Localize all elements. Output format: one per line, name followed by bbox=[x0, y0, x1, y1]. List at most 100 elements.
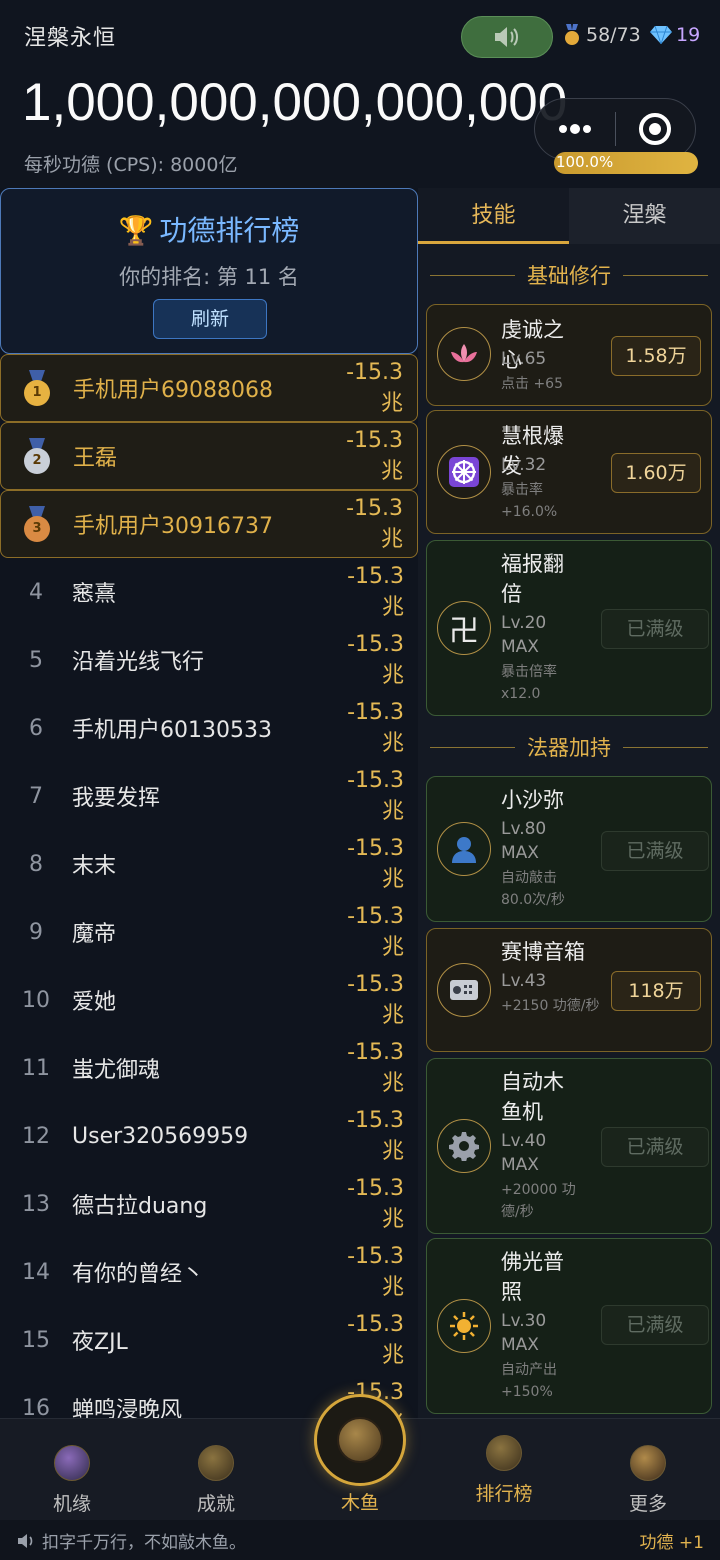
medal-icon bbox=[565, 24, 579, 45]
gem-counter: 19 bbox=[650, 24, 700, 46]
leaderboard-row: 5 沿着光线飞行 -15.3兆 bbox=[0, 626, 418, 694]
merit-gain: 功德 +1 bbox=[639, 1533, 704, 1553]
nav-label: 成就 bbox=[196, 1493, 235, 1515]
skill-level: Lv.32 bbox=[501, 455, 547, 475]
player-score: -15.3兆 bbox=[347, 1175, 404, 1232]
section-title-text: 法器加持 bbox=[527, 736, 611, 760]
footer-bar: 扣字千万行，不如敲木鱼。 功德 +1 bbox=[0, 1520, 720, 1560]
leaderboard-row: 12 User320569959 -15.3兆 bbox=[0, 1102, 418, 1170]
rank-number: 1 bbox=[24, 380, 50, 406]
maxed-button: 已满级 bbox=[601, 831, 709, 871]
target-icon bbox=[639, 113, 672, 145]
section-title-text: 基础修行 bbox=[527, 264, 611, 288]
player-score: -15.3兆 bbox=[347, 1311, 404, 1368]
rank-number: 3 bbox=[24, 516, 50, 542]
player-score: -15.3兆 bbox=[347, 835, 404, 892]
top-bar: 涅槃永恒 58/73 19 1,000,000,000,000,000 每秒功德… bbox=[0, 0, 720, 188]
skill-desc: 点击 +65 bbox=[501, 376, 563, 392]
refresh-button[interactable]: 刷新 bbox=[153, 299, 267, 339]
rank-number: 8 bbox=[29, 851, 43, 877]
upgrade-button[interactable]: 118万 bbox=[611, 971, 701, 1011]
leaderboard-row: 15 夜ZJL -15.3兆 bbox=[0, 1306, 418, 1374]
sun-icon bbox=[437, 1299, 491, 1353]
artifact-level: Lv.30 MAX bbox=[501, 1311, 547, 1355]
rank-number: 14 bbox=[22, 1259, 50, 1285]
section-basic-training: 基础修行 bbox=[430, 260, 708, 290]
fortune-icon bbox=[54, 1445, 90, 1481]
close-miniprogram-button[interactable] bbox=[616, 99, 696, 159]
section-divider bbox=[623, 746, 708, 748]
player-name: 窸熹 bbox=[72, 582, 117, 607]
leaderboard-row: 7 我要发挥 -15.3兆 bbox=[0, 762, 418, 830]
player-score: -15.3兆 bbox=[347, 699, 404, 756]
maxed-button: 已满级 bbox=[601, 609, 709, 649]
leaderboard-row: 9 魔帝 -15.3兆 bbox=[0, 898, 418, 966]
player-score: -15.3兆 bbox=[347, 1107, 404, 1164]
tab-nirvana[interactable]: 涅槃 bbox=[569, 188, 720, 244]
leaderboard-row: 6 手机用户60130533 -15.3兆 bbox=[0, 694, 418, 762]
nav-item-more[interactable]: 更多 bbox=[588, 1419, 708, 1521]
achievement-icon bbox=[198, 1445, 234, 1481]
skill-desc: 暴击率 +16.0% bbox=[501, 482, 558, 520]
skill-level: Lv.65 bbox=[501, 349, 547, 369]
player-name: 夜ZJL bbox=[72, 1330, 128, 1355]
medal-count: 58/73 bbox=[586, 24, 641, 46]
player-name: 王磊 bbox=[73, 446, 118, 471]
rank-number: 5 bbox=[29, 647, 43, 673]
rank-number: 6 bbox=[29, 715, 43, 741]
wooden-fish-button[interactable] bbox=[314, 1394, 406, 1486]
leaderboard-row: 1 手机用户69088068 -15.3兆 bbox=[0, 354, 418, 422]
player-name: 爱她 bbox=[72, 990, 117, 1015]
progress-label: 100.0% bbox=[556, 153, 614, 171]
rank-number: 2 bbox=[24, 448, 50, 474]
nav-label: 排行榜 bbox=[475, 1483, 533, 1505]
leaderboard-row: 11 蚩尤御魂 -15.3兆 bbox=[0, 1034, 418, 1102]
trophy-icon: 🏆 bbox=[118, 214, 154, 247]
medal-counter: 58/73 bbox=[562, 24, 641, 46]
sound-toggle-button[interactable] bbox=[461, 16, 553, 58]
leaderboard-title-text: 功德排行榜 bbox=[159, 214, 300, 247]
player-score: -15.3兆 bbox=[347, 631, 404, 688]
leaderboard: 🏆 功德排行榜 你的排名: 第 11 名 刷新 1 手机用户69088068 -15.… bbox=[0, 188, 418, 1418]
app-title: 涅槃永恒 bbox=[24, 26, 117, 51]
more-icon bbox=[630, 1445, 666, 1481]
rank-number: 12 bbox=[22, 1123, 50, 1149]
swastika-icon: 卍 bbox=[437, 601, 491, 655]
artifact-name: 佛光普照 bbox=[501, 1250, 564, 1304]
artifact-card-buddha-light: 佛光普照 Lv.30 MAX 自动产出 +150% 已满级 bbox=[426, 1238, 712, 1414]
mini-program-capsule bbox=[534, 98, 696, 160]
player-score: -15.3兆 bbox=[347, 1243, 404, 1300]
upgrade-button[interactable]: 1.58万 bbox=[611, 336, 701, 376]
rank-medal-icon: 1 bbox=[22, 370, 52, 406]
lotus-icon bbox=[437, 327, 491, 381]
maxed-button: 已满级 bbox=[601, 1127, 709, 1167]
skill-name: 福报翻倍 bbox=[501, 552, 564, 606]
player-name: 末末 bbox=[72, 854, 117, 879]
progress-bar: 100.0% bbox=[554, 152, 698, 174]
player-name: 我要发挥 bbox=[72, 786, 161, 811]
menu-more-button[interactable] bbox=[535, 99, 615, 159]
player-name: 蝉鸣浸晚风 bbox=[72, 1398, 183, 1418]
leaderboard-row: 13 德古拉duang -15.3兆 bbox=[0, 1170, 418, 1238]
player-name: 德古拉duang bbox=[72, 1194, 208, 1219]
player-name: User320569959 bbox=[72, 1123, 249, 1149]
speaker-icon bbox=[437, 963, 491, 1017]
maxed-button: 已满级 bbox=[601, 1305, 709, 1345]
tab-skills[interactable]: 技能 bbox=[418, 188, 569, 244]
nav-item-leaderboard[interactable]: 排行榜 bbox=[444, 1419, 564, 1521]
upgrade-button[interactable]: 1.60万 bbox=[611, 453, 701, 493]
gem-count: 19 bbox=[676, 24, 701, 46]
leaderboard-row: 14 有你的曾经丶 -15.3兆 bbox=[0, 1238, 418, 1306]
speaker-small-icon bbox=[18, 1533, 33, 1548]
gear-icon bbox=[437, 1119, 491, 1173]
artifact-card-little-monk: 小沙弥 Lv.80 MAX 自动敲击 80.0次/秒 已满级 bbox=[426, 776, 712, 922]
rank-number: 15 bbox=[22, 1327, 50, 1353]
rank-number: 11 bbox=[22, 1055, 50, 1081]
nav-item-fortune[interactable]: 机缘 bbox=[12, 1419, 132, 1521]
wooden-fish-icon bbox=[337, 1417, 383, 1463]
cps-readout: 每秒功德 (CPS): 8000亿 bbox=[24, 154, 238, 176]
artifact-card-cyber-speaker: 赛博音箱 Lv.43 +2150 功德/秒 118万 bbox=[426, 928, 712, 1052]
nav-item-achievements[interactable]: 成就 bbox=[156, 1419, 276, 1521]
more-dots-icon bbox=[558, 124, 591, 134]
leaderboard-nav-icon bbox=[486, 1435, 522, 1471]
